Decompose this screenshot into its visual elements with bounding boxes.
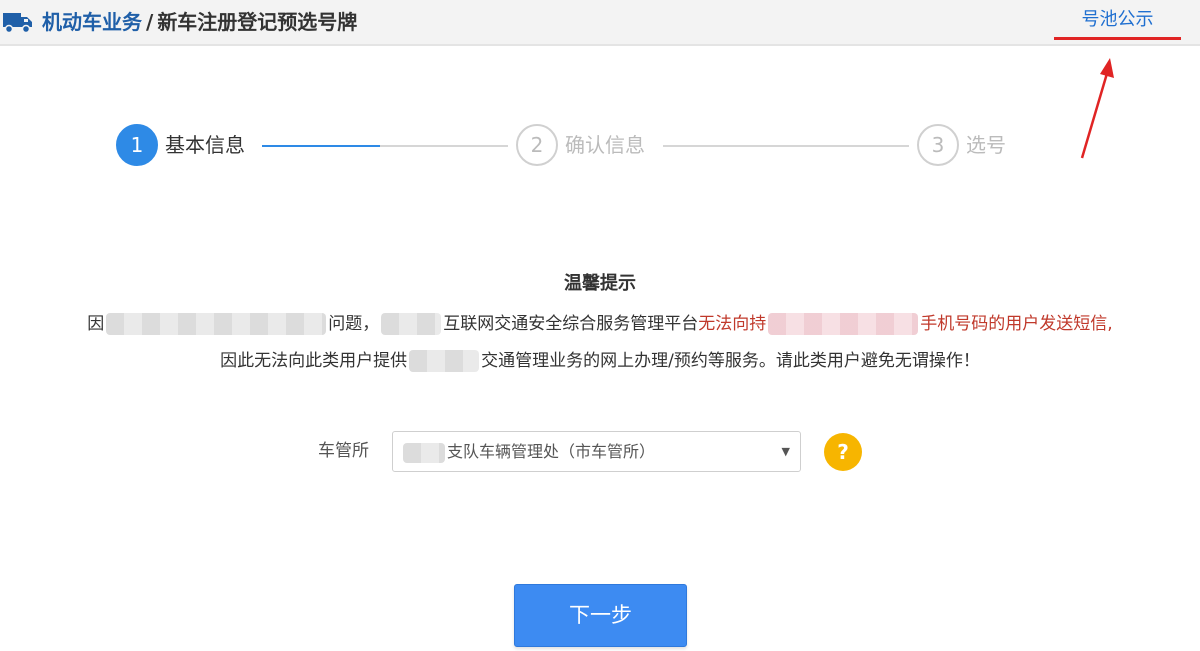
step-line-progress <box>262 145 380 147</box>
notice-red-text: 无法向持 <box>698 314 767 334</box>
step-1-label: 基本信息 <box>165 133 245 157</box>
notice-line-1: 因 问题， 互联网交通安全综合服务管理平台无法向持 手机号码的用户发送短信, <box>0 309 1200 339</box>
truck-icon <box>3 13 32 34</box>
breadcrumb: 机动车业务 / 新车注册登记预选号牌 <box>42 7 357 37</box>
step-line-2-3 <box>663 145 909 147</box>
redacted-region <box>409 350 480 372</box>
office-label: 车管所 <box>318 441 369 461</box>
step-3-label: 选号 <box>966 133 1006 157</box>
breadcrumb-section[interactable]: 机动车业务 <box>42 10 142 34</box>
redacted-region <box>768 313 919 335</box>
notice-text: 交通管理业务的网上办理/预约等服务。请此类用户避免无谓操作！ <box>481 351 980 371</box>
step-1-circle: 1 <box>116 124 158 166</box>
breadcrumb-page: 新车注册登记预选号牌 <box>157 10 358 34</box>
next-step-button[interactable]: 下一步 <box>514 584 687 647</box>
redacted-region <box>381 313 442 335</box>
question-icon[interactable]: ? <box>824 433 862 471</box>
office-select-value: 支队车辆管理处（市车管所） <box>447 442 656 461</box>
caret-down-icon: ▼ <box>781 445 790 458</box>
notice-text: 问题， <box>328 314 380 334</box>
notice-title: 温馨提示 <box>564 273 636 294</box>
redacted-region <box>403 442 445 463</box>
step-3-circle: 3 <box>917 124 959 166</box>
breadcrumb-separator: / <box>146 10 154 34</box>
step-line-1-2 <box>380 145 508 147</box>
step-2-circle: 2 <box>516 124 558 166</box>
number-pool-link[interactable]: 号池公示 <box>1054 6 1181 40</box>
redacted-region <box>106 313 327 335</box>
notice-text: 因 <box>87 314 105 334</box>
notice-line-2: 因此无法向此类用户提供 交通管理业务的网上办理/预约等服务。请此类用户避免无谓操作… <box>0 346 1200 376</box>
step-2-label: 确认信息 <box>565 133 645 157</box>
notice-text: 因此无法向此类用户提供 <box>220 351 408 371</box>
notice-red-text: 手机号码的用户发送短信, <box>920 314 1113 334</box>
page: 机动车业务 / 新车注册登记预选号牌 号池公示 1 基本信息 2 确认信息 3 选号… <box>0 0 1200 651</box>
annotation-arrow <box>1080 58 1114 159</box>
office-select[interactable]: 支队车辆管理处（市车管所） ▼ <box>392 431 801 472</box>
notice-text: 互联网交通安全综合服务管理平台 <box>443 314 699 334</box>
top-header: 机动车业务 / 新车注册登记预选号牌 号池公示 <box>0 0 1200 46</box>
